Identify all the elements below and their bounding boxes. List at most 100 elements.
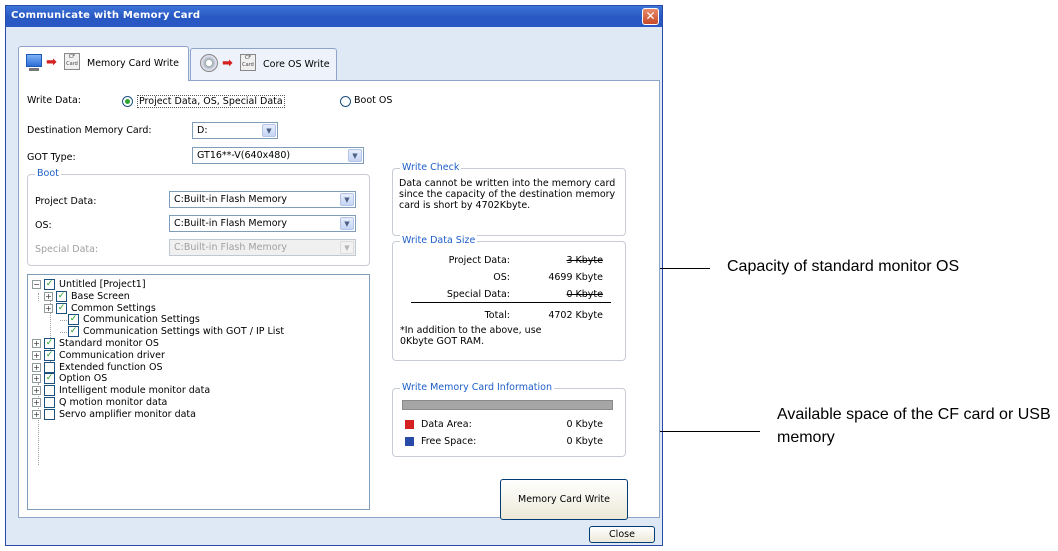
- red-arrow-icon: ➡: [46, 55, 57, 70]
- tree-item[interactable]: + Servo amplifier monitor data: [27, 408, 367, 421]
- write-data-label: Write Data:: [27, 95, 81, 106]
- tree-item[interactable]: + Intelligent module monitor data: [27, 385, 367, 397]
- write-data-size-title: Write Data Size: [400, 235, 478, 246]
- tree-item-label: Intelligent module monitor data: [59, 385, 211, 397]
- tree-item[interactable]: + ✓ Standard monitor OS: [27, 338, 367, 350]
- chevron-down-icon: ▼: [340, 241, 354, 254]
- expand-icon[interactable]: +: [32, 362, 41, 372]
- collapse-icon[interactable]: −: [32, 280, 41, 289]
- size-total-value: 4702 Kbyte: [548, 310, 603, 321]
- size-special-data-label: Special Data:: [446, 289, 510, 300]
- core-os-icon: [200, 54, 218, 72]
- tree-item-label: Servo amplifier monitor data: [59, 408, 196, 420]
- tree-item-checkbox[interactable]: [44, 385, 55, 397]
- total-divider: [411, 302, 611, 303]
- chevron-down-icon: ▼: [348, 149, 362, 162]
- cf-card-icon: CF Card: [64, 53, 80, 70]
- boot-os-value: C:Built-in Flash Memory: [174, 218, 288, 229]
- expand-icon[interactable]: +: [32, 386, 41, 396]
- monitor-stand-icon: [29, 68, 39, 71]
- red-arrow-icon: ➡: [222, 56, 233, 71]
- radio-boot-os-label[interactable]: Boot OS: [354, 95, 392, 106]
- free-space-label: Free Space:: [421, 436, 477, 447]
- tree-item-checkbox[interactable]: ✓: [56, 302, 67, 314]
- tree-item[interactable]: ✓ Communication Settings: [27, 314, 367, 326]
- free-space-value: 0 Kbyte: [566, 436, 603, 447]
- expand-icon[interactable]: +: [44, 303, 53, 313]
- callout-os-capacity: Capacity of standard monitor OS: [727, 258, 960, 275]
- got-type-value: GT16**-V(640x480): [197, 150, 291, 161]
- boot-project-data-select[interactable]: C:Built-in Flash Memory ▼: [169, 191, 356, 208]
- radio-project-data[interactable]: [122, 96, 133, 107]
- close-button[interactable]: Close: [589, 526, 655, 543]
- tab-core-os-write[interactable]: ➡ CF Card Core OS Write: [190, 48, 337, 81]
- tree-item[interactable]: + ✓ Base Screen: [27, 290, 367, 303]
- got-type-label: GOT Type:: [27, 152, 76, 163]
- tree-item-label: Extended function OS: [59, 361, 163, 373]
- tree-item[interactable]: ✓ Communication Settings with GOT / IP Li…: [27, 326, 367, 338]
- tree-item-label: Communication Settings with GOT / IP Lis…: [83, 326, 285, 338]
- boot-os-select[interactable]: C:Built-in Flash Memory ▼: [169, 215, 356, 232]
- tree-item-checkbox[interactable]: ✓: [44, 338, 55, 349]
- tab-memory-card-write[interactable]: ➡ CF Card Memory Card Write: [18, 46, 189, 81]
- tree-item[interactable]: + ✓ Communication driver: [27, 349, 367, 362]
- boot-project-data-value: C:Built-in Flash Memory: [174, 194, 288, 205]
- size-note: *In addition to the above, use 0Kbyte GO…: [400, 325, 542, 347]
- tree-item-checkbox[interactable]: ✓: [44, 349, 55, 361]
- tree-item-checkbox[interactable]: [44, 361, 55, 373]
- tree-item-checkbox[interactable]: [44, 397, 55, 408]
- chevron-down-icon: ▼: [340, 193, 354, 206]
- tree-item-checkbox[interactable]: ✓: [56, 290, 67, 302]
- tree-item-checkbox[interactable]: ✓: [44, 373, 55, 385]
- close-window-button[interactable]: ✕: [642, 8, 659, 25]
- data-area-value: 0 Kbyte: [566, 419, 603, 430]
- expand-icon[interactable]: +: [32, 409, 41, 419]
- boot-group-title: Boot: [35, 168, 61, 179]
- destination-select[interactable]: D: ▼: [192, 122, 278, 139]
- boot-os-label: OS:: [35, 220, 52, 231]
- dialog-window: Communicate with Memory Card ✕ ➡ CF Card…: [5, 5, 663, 546]
- data-area-label: Data Area:: [421, 419, 472, 430]
- tree-item-label: Communication driver: [59, 349, 165, 361]
- tree-item[interactable]: + Extended function OS: [27, 361, 367, 374]
- destination-value: D:: [197, 125, 208, 136]
- expand-icon[interactable]: +: [32, 339, 41, 348]
- boot-special-data-label: Special Data:: [35, 244, 99, 255]
- free-space-swatch: [405, 437, 414, 446]
- tree-item-label: Q motion monitor data: [59, 397, 168, 408]
- radio-project-data-label[interactable]: Project Data, OS, Special Data: [137, 95, 285, 108]
- got-type-select[interactable]: GT16**-V(640x480) ▼: [192, 147, 364, 164]
- expand-icon[interactable]: +: [44, 291, 53, 301]
- size-os-value: 4699 Kbyte: [548, 272, 603, 283]
- size-special-data-value: 0 Kbyte: [566, 289, 603, 300]
- tab-label: Core OS Write: [263, 59, 330, 70]
- title-bar[interactable]: Communicate with Memory Card ✕: [6, 6, 662, 27]
- tree-item[interactable]: − ✓ Untitled [Project1]: [27, 279, 367, 291]
- tree-item[interactable]: + ✓ Common Settings: [27, 302, 367, 315]
- radio-boot-os[interactable]: [340, 96, 351, 107]
- expand-icon[interactable]: +: [32, 374, 41, 384]
- expand-icon[interactable]: +: [32, 398, 41, 407]
- tree-item-checkbox[interactable]: ✓: [68, 314, 79, 326]
- size-os-label: OS:: [493, 272, 510, 283]
- write-check-message: Data cannot be written into the memory c…: [399, 178, 616, 211]
- size-project-data-label: Project Data:: [448, 255, 510, 266]
- memory-card-write-button[interactable]: Memory Card Write: [500, 479, 628, 520]
- boot-project-data-label: Project Data:: [35, 196, 97, 207]
- size-total-label: Total:: [484, 310, 510, 321]
- callout-available-space: Available space of the CF card or USB me…: [777, 406, 1051, 446]
- tree-item[interactable]: + Q motion monitor data: [27, 397, 367, 409]
- tree-item-checkbox[interactable]: [44, 408, 55, 420]
- chevron-down-icon: ▼: [262, 124, 276, 137]
- tree-item-label: Common Settings: [71, 302, 156, 314]
- write-check-title: Write Check: [400, 162, 462, 173]
- chevron-down-icon: ▼: [340, 217, 354, 230]
- tree-item[interactable]: + ✓ Option OS: [27, 373, 367, 385]
- tree-item-label: Standard monitor OS: [59, 338, 159, 349]
- expand-icon[interactable]: +: [32, 350, 41, 360]
- tree-item-checkbox[interactable]: ✓: [44, 279, 55, 290]
- boot-special-data-select: C:Built-in Flash Memory ▼: [169, 239, 356, 256]
- memory-info-title: Write Memory Card Information: [400, 382, 554, 393]
- tree-item-checkbox[interactable]: ✓: [68, 326, 79, 338]
- size-project-data-value: 3 Kbyte: [566, 255, 603, 266]
